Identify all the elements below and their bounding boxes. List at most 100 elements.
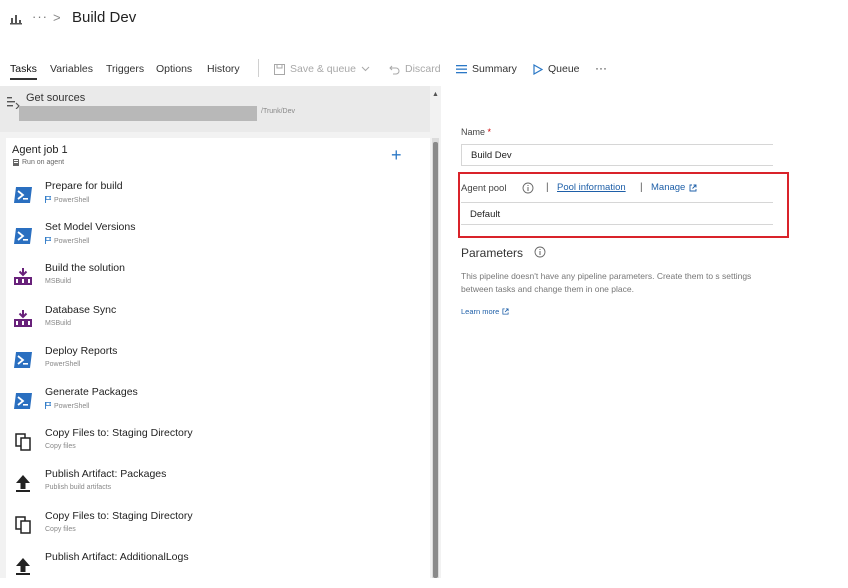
task-row[interactable]: Generate Packages PowerShell — [6, 382, 430, 423]
toolbar: Tasks Variables Triggers Options History… — [0, 56, 848, 82]
info-icon[interactable] — [522, 182, 534, 194]
task-row[interactable]: Set Model Versions PowerShell — [6, 217, 430, 258]
task-name: Prepare for build — [45, 180, 123, 192]
undo-icon — [389, 65, 400, 74]
discard-button[interactable]: Discard — [389, 63, 441, 75]
agent-icon — [13, 159, 19, 166]
powershell-icon — [13, 185, 33, 205]
task-row[interactable]: Prepare for build PowerShell — [6, 176, 430, 217]
parameters-description: This pipeline doesn't have any pipeline … — [461, 271, 752, 294]
more-actions-button[interactable]: ··· — [595, 61, 607, 75]
task-subtitle-text: PowerShell — [54, 403, 90, 410]
separator: | — [640, 182, 643, 193]
publish-artifact-icon — [13, 473, 33, 493]
name-label: Name * — [461, 127, 491, 137]
task-name: Publish Artifact: AdditionalLogs — [45, 550, 189, 563]
task-details-panel: Name * Build Dev Agent pool | Pool infor… — [443, 86, 848, 578]
task-subtitle-text: PowerShell — [54, 238, 90, 246]
pipeline-name-input[interactable]: Build Dev — [461, 144, 773, 166]
flag-icon — [45, 196, 52, 205]
redacted-source-path — [19, 106, 257, 121]
get-sources-icon — [7, 97, 20, 109]
task-name: Copy Files to: Staging Directory — [45, 509, 193, 522]
powershell-icon — [13, 226, 33, 246]
learn-more-label: Learn more — [461, 307, 500, 316]
task-subtitle: Copy files — [45, 443, 76, 450]
task-row[interactable]: Deploy Reports PowerShell — [6, 341, 430, 382]
save-icon — [274, 63, 285, 75]
queue-label: Queue — [548, 63, 580, 75]
breadcrumb-more-button[interactable]: ··· — [32, 9, 48, 24]
msbuild-icon — [13, 267, 33, 287]
pipeline-icon[interactable] — [10, 11, 22, 25]
task-subtitle-text: MSBuild — [45, 319, 72, 327]
summary-icon — [456, 65, 467, 74]
external-link-icon — [689, 184, 697, 191]
copy-files-icon — [13, 515, 33, 535]
task-subtitle: Publish build artifacts — [45, 484, 111, 491]
scrollbar-thumb[interactable] — [433, 142, 438, 578]
get-sources-item[interactable]: Get sources /Trunk/Dev — [0, 86, 430, 132]
task-row[interactable]: Database Sync MSBuild — [6, 300, 430, 341]
task-name: Generate Packages — [45, 386, 138, 398]
save-queue-button[interactable]: Save & queue — [274, 63, 370, 75]
separator: | — [546, 182, 549, 193]
task-row[interactable]: Build the solution MSBuild — [6, 258, 430, 299]
task-name: Publish Artifact: Packages — [45, 468, 167, 481]
task-subtitle-text: MSBuild — [45, 278, 72, 286]
name-label-text: Name — [461, 127, 486, 137]
flag-icon — [45, 402, 52, 411]
task-subtitle: PowerShell — [45, 196, 89, 205]
manage-link[interactable]: Manage — [651, 182, 697, 193]
flag-icon — [45, 237, 52, 246]
toolbar-divider — [258, 59, 259, 77]
add-task-button[interactable]: + — [391, 146, 402, 164]
task-subtitle: Copy files — [45, 526, 76, 533]
tab-triggers[interactable]: Triggers — [106, 63, 144, 75]
agent-pool-select[interactable]: Default — [461, 202, 773, 225]
task-row[interactable]: Publish Artifact: Packages Publish build … — [6, 464, 430, 505]
tab-variables[interactable]: Variables — [50, 63, 93, 75]
task-name: Copy Files to: Staging Directory — [45, 427, 193, 440]
summary-button[interactable]: Summary — [456, 63, 517, 75]
task-row[interactable]: Copy Files to: Staging Directory Copy fil… — [6, 423, 430, 464]
copy-files-icon — [13, 432, 33, 452]
task-row[interactable]: Copy Files to: Staging Directory Copy fil… — [6, 506, 430, 547]
agent-job-subtitle-text: Run on agent — [22, 159, 65, 166]
pool-information-link[interactable]: Pool information — [557, 182, 626, 193]
task-subtitle: PowerShell — [45, 237, 89, 246]
task-name: Database Sync — [45, 303, 117, 316]
task-name: Set Model Versions — [45, 221, 136, 234]
agent-job-header[interactable]: Agent job 1 Run on agent + — [6, 138, 430, 172]
queue-button[interactable]: Queue — [533, 63, 580, 75]
summary-label: Summary — [472, 63, 517, 75]
agent-job-section: Agent job 1 Run on agent + Prepare for b… — [6, 138, 430, 578]
task-row[interactable]: Publish Artifact: AdditionalLogs — [6, 547, 430, 588]
get-sources-path: /Trunk/Dev — [261, 108, 295, 115]
msbuild-icon — [13, 309, 33, 329]
tab-history[interactable]: History — [207, 63, 240, 75]
powershell-icon — [13, 350, 33, 370]
task-subtitle: MSBuild — [45, 278, 71, 285]
learn-more-link[interactable]: Learn more — [461, 307, 509, 316]
play-icon — [533, 63, 543, 75]
task-subtitle: PowerShell — [45, 402, 89, 411]
publish-artifact-icon — [13, 556, 33, 576]
chevron-down-icon — [361, 66, 370, 72]
tab-tasks[interactable]: Tasks — [10, 63, 37, 75]
scroll-up-arrow-icon[interactable]: ▲ — [432, 91, 439, 98]
task-subtitle-text: Publish build artifacts — [45, 484, 112, 492]
external-link-icon — [502, 308, 509, 315]
task-name: Build the solution — [45, 262, 125, 275]
info-icon[interactable] — [534, 246, 546, 258]
tab-options[interactable]: Options — [156, 63, 192, 75]
agent-pool-label: Agent pool — [461, 183, 507, 194]
task-name: Deploy Reports — [45, 344, 118, 357]
task-list-panel: Get sources /Trunk/Dev ▲ Agent job 1 Run… — [0, 86, 441, 578]
task-subtitle-text: Copy files — [45, 443, 76, 451]
page-title: Build Dev — [72, 9, 137, 26]
manage-link-label: Manage — [651, 182, 686, 193]
task-subtitle-text: PowerShell — [54, 197, 90, 204]
save-queue-label: Save & queue — [290, 63, 356, 75]
get-sources-title: Get sources — [26, 92, 86, 104]
